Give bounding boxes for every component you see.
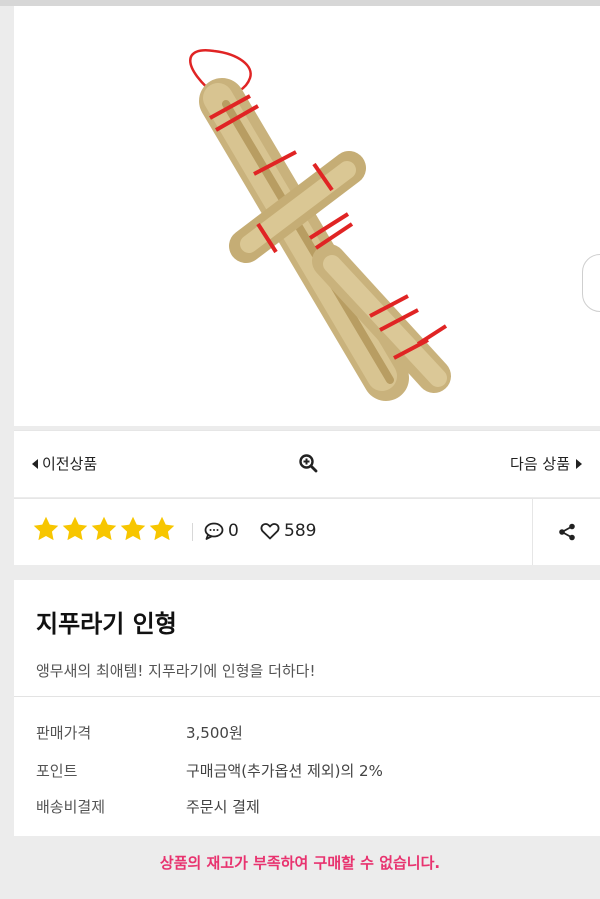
detail-label: 포인트 [36,762,78,780]
star-icon [62,516,88,541]
product-image-straw-doll [189,48,451,401]
star-rating [32,515,176,543]
info-divider [14,696,600,697]
rating-bar: 0 589 [14,498,600,565]
star-icon [120,516,146,541]
star-icon [149,516,175,541]
product-image-card[interactable] [14,6,600,426]
prev-product-link[interactable]: 이전상품 [32,453,97,474]
product-title: 지푸라기 인형 [36,610,177,638]
product-info-card: 지푸라기 인형 앵무새의 최애템! 지푸라기에 인형을 더하다! 판매가격 3,… [14,580,600,836]
detail-label: 판매가격 [36,724,92,742]
product-navigation-bar: 이전상품 다음 상품 [14,430,600,497]
like-button[interactable]: 589 [260,521,316,541]
star-icon [33,516,59,541]
star-icon [91,516,117,541]
zoom-in-icon[interactable] [298,453,318,473]
caret-left-icon [32,458,38,469]
detail-value: 주문시 결제 [186,798,260,816]
caret-right-icon [576,458,582,469]
heart-icon [260,523,280,540]
product-subtitle: 앵무새의 최애템! 지푸라기에 인형을 더하다! [36,662,316,680]
detail-value: 구매금액(추가옵션 제외)의 2% [186,762,383,780]
prev-product-label: 이전상품 [42,455,98,473]
comment-count: 0 [228,521,239,541]
detail-label: 배송비결제 [36,798,106,816]
out-of-stock-message: 상품의 재고가 부족하여 구매할 수 없습니다. [159,854,441,872]
like-count: 589 [284,521,317,541]
detail-value: 3,500원 [186,724,243,742]
image-side-control[interactable] [582,254,600,312]
speech-bubble-icon [204,522,224,540]
comment-count-button[interactable]: 0 [204,521,239,541]
next-product-label: 다음 상품 [510,455,570,473]
next-product-link[interactable]: 다음 상품 [510,453,582,474]
rating-divider [192,523,193,541]
share-button[interactable] [532,499,600,565]
share-icon [559,523,575,541]
